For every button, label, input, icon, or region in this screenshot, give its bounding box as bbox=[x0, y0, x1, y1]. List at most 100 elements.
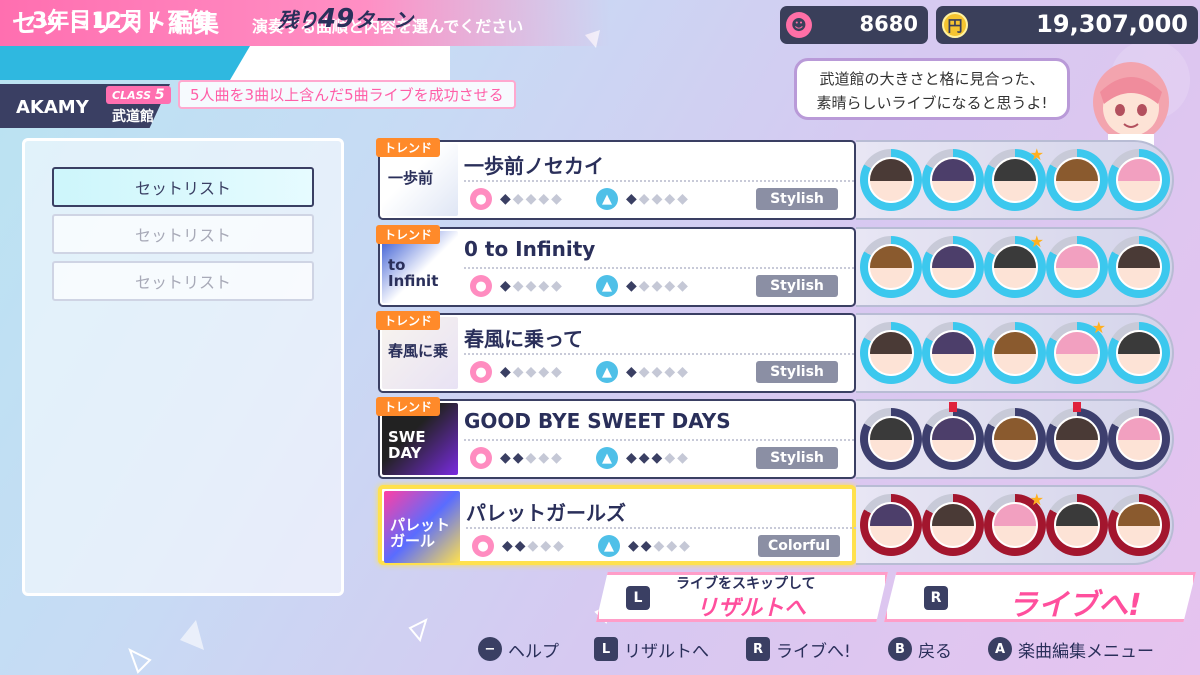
song-title: 0 to Infinity bbox=[464, 237, 596, 261]
member-face bbox=[930, 157, 976, 203]
microphone-icon: ● bbox=[470, 447, 492, 469]
setlist-slot-3[interactable]: セットリスト bbox=[52, 261, 314, 301]
member-face bbox=[1116, 157, 1162, 203]
vocal-rating: ◆◆◆◆◆ bbox=[500, 450, 564, 466]
member-face bbox=[1054, 244, 1100, 290]
member-face bbox=[1116, 416, 1162, 462]
member-avatar[interactable] bbox=[860, 322, 922, 384]
member-face bbox=[992, 330, 1038, 376]
member-row[interactable] bbox=[856, 399, 1174, 479]
style-tag: Colorful bbox=[758, 535, 840, 557]
member-avatar[interactable] bbox=[1108, 408, 1170, 470]
member-avatar[interactable]: ★ bbox=[984, 145, 1046, 211]
member-avatar[interactable] bbox=[860, 494, 922, 556]
microphone-icon: ● bbox=[470, 361, 492, 383]
member-avatar[interactable] bbox=[922, 236, 984, 298]
member-row[interactable]: ★ bbox=[856, 227, 1174, 307]
style-tag: Stylish bbox=[756, 447, 838, 469]
member-avatar[interactable]: ★ bbox=[1046, 318, 1108, 384]
dance-rating: ◆◆◆◆◆ bbox=[628, 538, 692, 554]
back-hint[interactable]: B 戻る bbox=[888, 636, 952, 662]
song-menu-hint[interactable]: A 楽曲編集メニュー bbox=[988, 636, 1154, 662]
dance-rating: ◆◆◆◆◆ bbox=[626, 191, 690, 207]
fans-counter: ☻ 8680 bbox=[780, 6, 928, 44]
member-avatar[interactable] bbox=[984, 322, 1046, 384]
a-key-icon: A bbox=[988, 637, 1012, 661]
trend-badge: トレンド bbox=[376, 138, 441, 157]
member-avatar[interactable] bbox=[1046, 236, 1108, 298]
jacket-text: to Infinit bbox=[388, 256, 439, 290]
jacket-text: 春風に乗 bbox=[388, 342, 449, 360]
member-face bbox=[1054, 502, 1100, 548]
member-avatar[interactable] bbox=[1046, 149, 1108, 211]
mission-text: 5人曲を3曲以上含んだ5曲ライブを成功させる bbox=[178, 80, 516, 109]
dance-rating: ◆◆◆◆◆ bbox=[626, 364, 690, 380]
member-avatar[interactable] bbox=[1046, 494, 1108, 556]
member-face bbox=[992, 416, 1038, 462]
member-face bbox=[930, 330, 976, 376]
member-avatar[interactable] bbox=[860, 236, 922, 298]
member-avatar[interactable] bbox=[1108, 236, 1170, 298]
dance-rating: ◆◆◆◆◆ bbox=[626, 450, 690, 466]
member-row[interactable]: ★ bbox=[856, 485, 1174, 565]
fans-value: 8680 bbox=[859, 12, 918, 36]
member-face bbox=[868, 157, 914, 203]
member-face bbox=[868, 330, 914, 376]
member-avatar[interactable] bbox=[1108, 494, 1170, 556]
class-badge: CLASS 5 bbox=[106, 86, 171, 104]
member-avatar[interactable] bbox=[922, 322, 984, 384]
money-value: 19,307,000 bbox=[1036, 10, 1188, 38]
live-hint[interactable]: R ライブへ! bbox=[746, 636, 851, 662]
member-avatar[interactable] bbox=[1108, 149, 1170, 211]
jacket-text: SWE DAY bbox=[388, 428, 426, 462]
song-card[interactable]: SWE DAY GOOD BYE SWEET DAYS ● ◆◆◆◆◆ ▲ ◆◆… bbox=[378, 399, 856, 479]
trend-badge: トレンド bbox=[376, 225, 441, 244]
member-row[interactable]: ★ bbox=[856, 140, 1174, 220]
song-title: パレットガールズ bbox=[466, 501, 626, 525]
member-avatar[interactable] bbox=[922, 402, 984, 470]
member-face bbox=[1116, 244, 1162, 290]
member-face bbox=[930, 416, 976, 462]
member-avatar[interactable] bbox=[922, 149, 984, 211]
member-row[interactable]: ★ bbox=[856, 313, 1174, 393]
song-card[interactable]: パレット ガール パレットガールズ ● ◆◆◆◆◆ ▲ ◆◆◆◆◆ Colorf… bbox=[378, 485, 856, 565]
member-avatar[interactable]: ★ bbox=[984, 232, 1046, 298]
setlist-slot-1[interactable]: セットリスト bbox=[52, 167, 314, 207]
member-face bbox=[1116, 502, 1162, 548]
minus-key-icon: − bbox=[478, 637, 502, 661]
result-hint[interactable]: L リザルトへ bbox=[594, 636, 709, 662]
b-key-icon: B bbox=[888, 637, 912, 661]
divider bbox=[464, 267, 854, 269]
help-hint[interactable]: − ヘルプ bbox=[478, 636, 559, 662]
center-star-icon: ★ bbox=[1029, 232, 1044, 251]
member-face bbox=[868, 502, 914, 548]
coin-icon: 円 bbox=[942, 12, 968, 38]
r-key-icon: R bbox=[924, 586, 948, 610]
member-avatar[interactable] bbox=[1108, 322, 1170, 384]
member-avatar[interactable] bbox=[1046, 402, 1108, 470]
vocal-rating: ◆◆◆◆◆ bbox=[502, 538, 566, 554]
go-live-label: ライブへ! bbox=[1008, 588, 1142, 623]
jacket-text: 一歩前 bbox=[388, 169, 434, 187]
vocal-rating: ◆◆◆◆◆ bbox=[500, 191, 564, 207]
shoe-icon: ▲ bbox=[596, 447, 618, 469]
member-avatar[interactable] bbox=[860, 149, 922, 211]
microphone-icon: ● bbox=[470, 275, 492, 297]
speech-bubble: 武道館の大きさと格に見合った、 素晴らしいライブになると思うよ! bbox=[794, 58, 1070, 120]
song-card[interactable]: 一歩前 一歩前ノセカイ ● ◆◆◆◆◆ ▲ ◆◆◆◆◆ Stylish bbox=[378, 140, 856, 220]
member-avatar[interactable] bbox=[984, 408, 1046, 470]
l-key-icon: L bbox=[626, 586, 650, 610]
center-star-icon: ★ bbox=[1091, 318, 1106, 337]
r-key-icon: R bbox=[746, 637, 770, 661]
member-avatar[interactable] bbox=[860, 408, 922, 470]
divider bbox=[464, 180, 854, 182]
divider bbox=[466, 527, 856, 529]
song-card[interactable]: 春風に乗 春風に乗って ● ◆◆◆◆◆ ▲ ◆◆◆◆◆ Stylish bbox=[378, 313, 856, 393]
member-avatar[interactable] bbox=[922, 494, 984, 556]
divider bbox=[464, 353, 854, 355]
setlist-slot-2[interactable]: セットリスト bbox=[52, 214, 314, 254]
shoe-icon: ▲ bbox=[596, 275, 618, 297]
member-avatar[interactable]: ★ bbox=[984, 490, 1046, 556]
member-face bbox=[1054, 157, 1100, 203]
song-card[interactable]: to Infinit 0 to Infinity ● ◆◆◆◆◆ ▲ ◆◆◆◆◆… bbox=[378, 227, 856, 307]
